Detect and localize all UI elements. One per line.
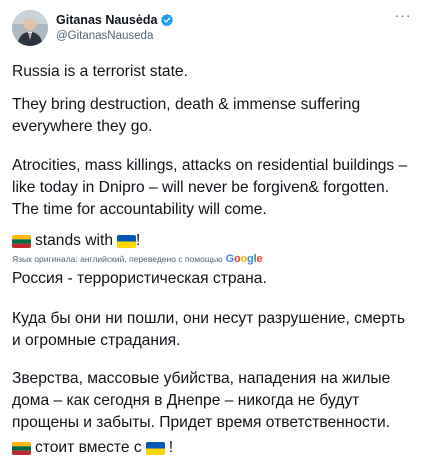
translated-paragraph-1: Россия - террористическая страна. bbox=[12, 270, 267, 287]
ukraine-flag-icon bbox=[145, 441, 165, 455]
translated-p4-suffix: ! bbox=[168, 439, 174, 456]
avatar[interactable] bbox=[12, 10, 48, 46]
translation-note-text: Язык оригинала: английский, переведено с… bbox=[12, 254, 223, 264]
translated-paragraph-2: Куда бы они ни пошли, они несут разрушен… bbox=[12, 310, 405, 349]
ukraine-flag-icon bbox=[117, 234, 137, 248]
translated-p4-text: стоит вместе с bbox=[35, 439, 142, 456]
author-handle[interactable]: @GitanasNauseda bbox=[56, 29, 174, 44]
translated-paragraph-3: Зверства, массовые убийства, нападения н… bbox=[12, 370, 391, 431]
lithuania-flag-icon bbox=[12, 441, 31, 455]
translation-note: Язык оригинала: английский, переведено с… bbox=[12, 253, 263, 265]
translated-paragraph-4: стоит вместе с ! bbox=[12, 437, 416, 459]
tweet-paragraph-3: Atrocities, mass killings, attacks on re… bbox=[12, 157, 408, 218]
tweet-paragraph-4: stands with ! bbox=[12, 230, 416, 252]
tweet-paragraph-2: They bring destruction, death & immense … bbox=[12, 96, 361, 135]
tweet: Gitanas Nausėda @GitanasNauseda ··· Russ… bbox=[0, 0, 428, 463]
google-logo-letter: G bbox=[225, 253, 235, 265]
author-block: Gitanas Nausėda @GitanasNauseda bbox=[56, 12, 174, 44]
tweet-p4-suffix: ! bbox=[136, 232, 141, 249]
verified-badge-icon bbox=[160, 13, 174, 27]
lithuania-flag-icon bbox=[12, 234, 31, 248]
google-logo[interactable]: Google bbox=[226, 253, 263, 265]
more-options-icon[interactable]: ··· bbox=[394, 8, 412, 24]
google-logo-letter: e bbox=[256, 253, 263, 265]
tweet-p4-text: stands with bbox=[35, 232, 114, 249]
author-name[interactable]: Gitanas Nausėda bbox=[56, 12, 157, 28]
tweet-paragraph-1: Russia is a terrorist state. bbox=[12, 63, 188, 80]
